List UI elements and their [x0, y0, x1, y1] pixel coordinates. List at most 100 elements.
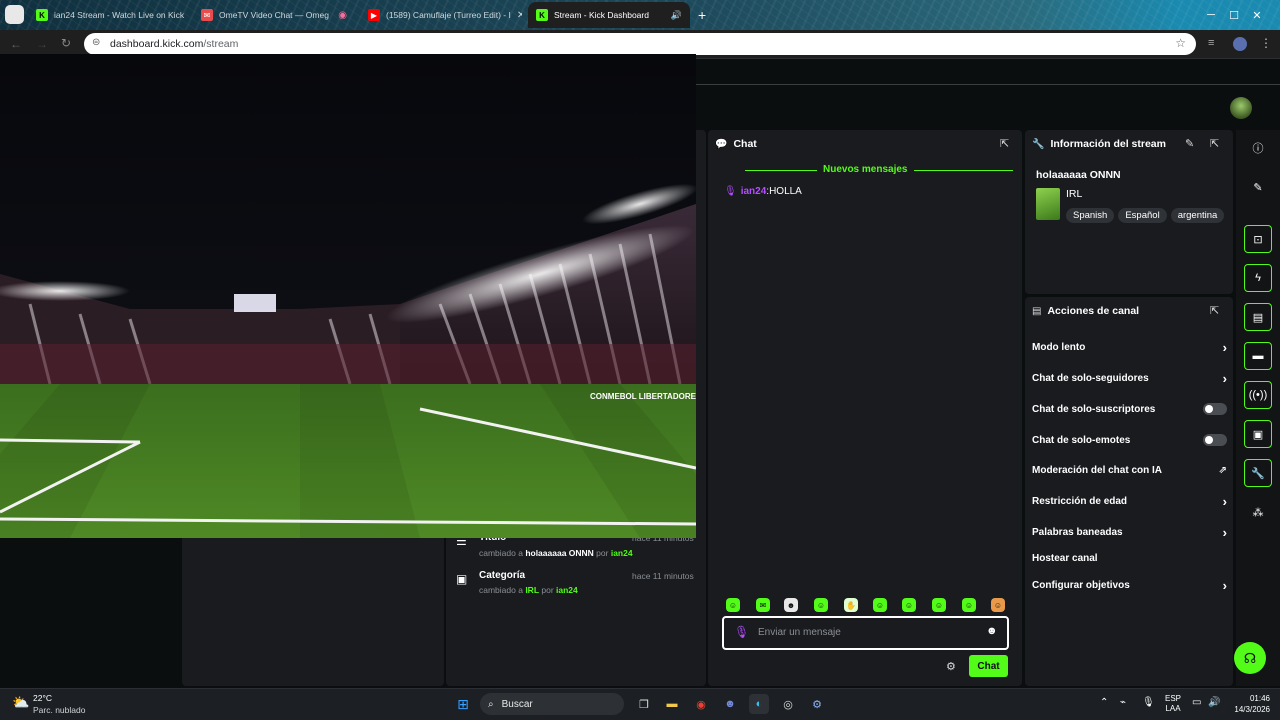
chat-settings-gear-icon[interactable]: ⚙	[946, 660, 956, 673]
window-close-icon[interactable]: ✕	[1234, 0, 1280, 30]
popout-icon[interactable]: ⇱	[1210, 137, 1219, 150]
emote-icon[interactable]: ☺	[962, 598, 976, 612]
emoji-icon[interactable]: ☻	[986, 625, 998, 637]
chevron-right-icon: ›	[1222, 524, 1227, 540]
tab-youtube[interactable]: ▶ (1589) Camuflaje (Turreo Edit) - I ✕	[360, 2, 522, 28]
media-icon[interactable]: ▣	[1244, 420, 1272, 448]
stream-preview-video[interactable]: CONMEBOL LIBERTADORES	[0, 54, 696, 538]
activity-detail: cambiado a holaaaaaa ONNN por ian24	[479, 548, 633, 558]
back-icon[interactable]: ←	[10, 37, 22, 51]
microphone-icon[interactable]: 🎙	[1142, 697, 1155, 708]
task-view-icon[interactable]: ❐	[634, 694, 654, 714]
subscribers-only-toggle[interactable]	[1203, 403, 1227, 415]
chevron-right-icon: ›	[1222, 339, 1227, 355]
tag-chip: Español	[1118, 208, 1167, 223]
language-indicator[interactable]: ESP LAA	[1165, 694, 1181, 714]
network-icon[interactable]: ⌁	[1120, 697, 1126, 708]
tab-ometv[interactable]: ✉ OmeTV Video Chat — Omeg ◉	[193, 2, 355, 28]
tab-title: (1589) Camuflaje (Turreo Edit) - I	[386, 10, 511, 20]
clock[interactable]: 01:46 14/3/2026	[1230, 693, 1270, 715]
action-banned-words[interactable]: Palabras baneadas ›	[1032, 522, 1227, 542]
stream-title: holaaaaaa ONNN	[1036, 169, 1121, 181]
user-avatar[interactable]	[1230, 97, 1252, 119]
chat-message: 🎙 ian24: HOLLA	[724, 186, 802, 197]
emote-icon[interactable]: ☺	[814, 598, 828, 612]
action-host-channel[interactable]: Hostear canal	[1032, 548, 1227, 568]
popout-icon[interactable]: ⇱	[1210, 304, 1219, 317]
emote-icon[interactable]: ☻	[784, 598, 798, 612]
volume-icon[interactable]: 🔊	[1208, 697, 1220, 708]
weather-icon[interactable]: ⛅	[12, 694, 29, 711]
chrome-icon[interactable]: ◉	[691, 694, 711, 714]
tray-overflow-icon[interactable]: ⌃	[1100, 697, 1108, 708]
menu-icon[interactable]: ⋮	[1260, 36, 1272, 50]
address-bar[interactable]: ⊜ dashboard.kick.com/stream ☆	[84, 33, 1196, 55]
action-slow-mode[interactable]: Modo lento ›	[1032, 337, 1227, 357]
channel-actions-header: ▤ Acciones de canal	[1032, 305, 1139, 317]
speaker-icon[interactable]: 🔊	[671, 10, 682, 21]
chat-bubble-icon: 💬	[715, 138, 728, 150]
info-icon[interactable]: ⓘ	[1244, 134, 1272, 162]
emote-icon[interactable]: ☺	[932, 598, 946, 612]
tab-title: ian24 Stream - Watch Live on Kick	[54, 10, 185, 20]
send-chat-button[interactable]: Chat	[969, 655, 1008, 677]
browser-tab-bar: K ian24 Stream - Watch Live on Kick ✕ ✉ …	[0, 0, 1280, 30]
kick-favicon-icon: K	[36, 9, 48, 21]
emote-icon[interactable]: ☺	[873, 598, 887, 612]
chat-username[interactable]: ian24	[741, 186, 767, 197]
chat-input[interactable]: 🎙 Enviar un mensaje ☻	[722, 616, 1009, 650]
emote-icon[interactable]: ☺	[991, 598, 1005, 612]
stream-category: IRL	[1066, 188, 1083, 200]
popout-icon[interactable]: ⇱	[1000, 137, 1009, 150]
tab-kick-stream[interactable]: K ian24 Stream - Watch Live on Kick ✕	[28, 2, 190, 28]
ometv-favicon-icon: ✉	[201, 9, 213, 21]
tab-kick-dashboard[interactable]: K Stream - Kick Dashboard 🔊	[528, 2, 690, 28]
chat-input-placeholder: Enviar un mensaje	[758, 627, 841, 638]
emotes-only-toggle[interactable]	[1203, 434, 1227, 446]
new-tab-icon[interactable]: +	[698, 7, 706, 23]
edge-icon[interactable]: ◐	[749, 694, 769, 714]
emote-icon[interactable]: ✉	[756, 598, 770, 612]
file-explorer-icon[interactable]: ▬	[662, 694, 682, 714]
more-icon[interactable]: ⁂	[1244, 498, 1272, 526]
extensions-icon[interactable]: ≡	[1208, 37, 1214, 49]
reload-icon[interactable]: ↻	[61, 36, 71, 50]
action-age-restriction[interactable]: Restricción de edad ›	[1032, 491, 1227, 511]
forward-icon[interactable]: →	[36, 37, 48, 51]
activity-detail: cambiado a IRL por ian24	[479, 585, 578, 595]
bookmark-star-icon[interactable]: ☆	[1175, 36, 1186, 50]
discord-icon[interactable]: ☻	[720, 694, 740, 714]
site-info-icon[interactable]: ⊜	[92, 37, 100, 48]
edit-icon[interactable]: ✎	[1244, 173, 1272, 201]
external-link-icon: ⇗	[1218, 464, 1227, 476]
edit-pencil-icon[interactable]: ✎	[1185, 137, 1194, 150]
settings-icon[interactable]: ⚙	[807, 694, 827, 714]
profile-avatar[interactable]	[1233, 37, 1247, 51]
emote-icon[interactable]: ☺	[902, 598, 916, 612]
help-support-icon[interactable]: ☊	[1234, 642, 1266, 674]
obs-icon[interactable]: ◎	[778, 694, 798, 714]
category-change-icon: ▣	[456, 572, 468, 586]
emote-icon[interactable]: ☺	[726, 598, 740, 612]
close-icon[interactable]: ✕	[517, 10, 522, 21]
chat-message-text: HOLLA	[769, 186, 802, 197]
windows-start-icon[interactable]: ⊞	[453, 694, 473, 714]
youtube-favicon-icon: ▶	[368, 9, 380, 21]
lightning-icon[interactable]: ϟ	[1244, 264, 1272, 292]
taskbar-search[interactable]: ⌕ Buscar	[480, 693, 624, 715]
chat-icon[interactable]: ▬	[1244, 342, 1272, 370]
action-ai-moderation[interactable]: Moderación del chat con IA ⇗	[1032, 460, 1227, 480]
action-followers-only[interactable]: Chat de solo-seguidores ›	[1032, 368, 1227, 388]
channel-actions-title: Acciones de canal	[1047, 305, 1140, 317]
wrench-icon[interactable]: 🔧	[1244, 459, 1272, 487]
display-icon[interactable]: ▭	[1192, 697, 1201, 708]
weather-temp: 22°C	[33, 693, 52, 703]
notes-icon[interactable]: ▤	[1244, 303, 1272, 331]
browser-profile-icon[interactable]	[5, 5, 24, 24]
emote-icon[interactable]: ✋	[844, 598, 858, 612]
url-host: dashboard.kick.com	[110, 38, 204, 50]
action-configure-goals[interactable]: Configurar objetivos ›	[1032, 575, 1227, 595]
clip-icon[interactable]: ⊡	[1244, 225, 1272, 253]
url-path: /stream	[203, 38, 239, 50]
broadcast-icon[interactable]: ((•))	[1244, 381, 1272, 409]
